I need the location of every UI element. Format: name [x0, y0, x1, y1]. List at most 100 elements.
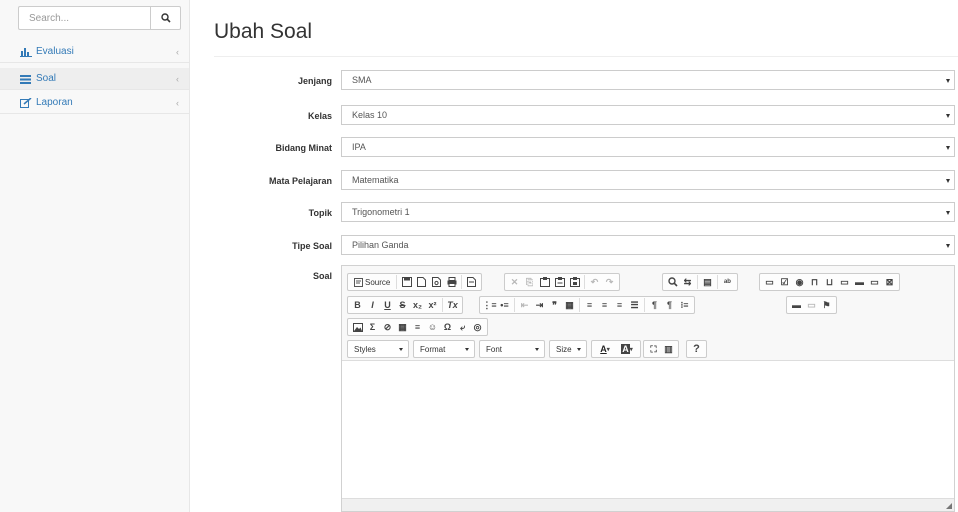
cut-icon[interactable]: ✕ — [507, 275, 522, 289]
align-right-icon[interactable]: ≡ — [612, 298, 627, 312]
spellcheck-icon[interactable]: ᵃᵇ — [720, 275, 735, 289]
unlink-icon[interactable]: ▭ — [804, 298, 819, 312]
toolbar-separator — [644, 298, 645, 312]
italic-icon[interactable]: I — [365, 298, 380, 312]
subscript-icon[interactable]: x₂ — [410, 298, 425, 312]
kelas-select[interactable]: Kelas 10 — [341, 105, 955, 125]
print-icon[interactable] — [444, 275, 459, 289]
list-icon — [20, 74, 32, 84]
save-icon[interactable] — [399, 275, 414, 289]
numbered-list-icon[interactable]: ⋮≡ — [482, 298, 497, 312]
strikethrough-icon[interactable]: S — [395, 298, 410, 312]
text-rtl-icon[interactable]: ¶ — [662, 298, 677, 312]
textfield-icon[interactable]: ⊓ — [807, 275, 822, 289]
sidebar-item-laporan[interactable]: Laporan ‹ — [0, 92, 189, 114]
redo-icon[interactable]: ↷ — [602, 275, 617, 289]
table-icon[interactable]: ▦ — [395, 320, 410, 334]
iframe-icon[interactable]: ◎ — [470, 320, 485, 334]
blockquote-icon[interactable]: ❞ — [547, 298, 562, 312]
align-left-icon[interactable]: ≡ — [582, 298, 597, 312]
resize-handle-icon[interactable] — [946, 503, 952, 509]
background-color-icon[interactable]: A ▾ — [616, 342, 638, 356]
hidden-field-icon[interactable]: ⊠ — [882, 275, 897, 289]
paste-text-icon[interactable] — [552, 275, 567, 289]
new-page-icon[interactable] — [414, 275, 429, 289]
bulleted-list-icon[interactable]: •≡ — [497, 298, 512, 312]
indent-icon[interactable]: ⇥ — [532, 298, 547, 312]
language-icon[interactable]: ⁝≡ — [677, 298, 692, 312]
toolbar-group-about: ? — [686, 340, 707, 358]
div-container-icon[interactable]: ▦ — [562, 298, 577, 312]
underline-icon[interactable]: U — [380, 298, 395, 312]
bold-icon[interactable]: B — [350, 298, 365, 312]
chevron-left-icon: ‹ — [176, 47, 179, 57]
font-combo[interactable]: Font — [479, 340, 545, 358]
page-break-icon[interactable]: ⤶ — [455, 320, 470, 334]
caret-down-icon — [946, 146, 950, 150]
search-input[interactable] — [18, 6, 150, 30]
text-ltr-icon[interactable]: ¶ — [647, 298, 662, 312]
special-char-icon[interactable]: Ω — [440, 320, 455, 334]
form-icon[interactable]: ▭ — [762, 275, 777, 289]
kelas-label: Kelas — [307, 111, 332, 121]
paste-icon[interactable] — [537, 275, 552, 289]
text-color-icon[interactable]: A ▾ — [594, 342, 616, 356]
bidang-minat-select[interactable]: IPA — [341, 137, 955, 157]
sidebar-item-evaluasi[interactable]: Evaluasi ‹ — [0, 41, 189, 63]
sidebar-item-soal[interactable]: Soal ‹ — [0, 68, 189, 90]
preview-icon[interactable] — [429, 275, 444, 289]
align-center-icon[interactable]: ≡ — [597, 298, 612, 312]
horizontal-line-icon[interactable]: ≡ — [410, 320, 425, 334]
format-combo[interactable]: Format — [413, 340, 475, 358]
paste-word-icon[interactable] — [567, 275, 582, 289]
toolbar-group-clipboard: ✕ ⎘ ↶ ↷ — [504, 273, 620, 291]
size-combo[interactable]: Size — [549, 340, 587, 358]
templates-icon[interactable] — [464, 275, 479, 289]
replace-icon[interactable]: ⇆ — [680, 275, 695, 289]
align-justify-icon[interactable]: ☰ — [627, 298, 642, 312]
toolbar-group-tools: ⛶ ▥ — [643, 340, 679, 358]
button-field-icon[interactable]: ▬ — [852, 275, 867, 289]
link-icon[interactable]: ▬ — [789, 298, 804, 312]
combo-label: Font — [486, 344, 503, 354]
select-field-icon[interactable]: ▭ — [837, 275, 852, 289]
image-icon[interactable] — [350, 320, 365, 334]
superscript-icon[interactable]: x² — [425, 298, 440, 312]
editor-status-bar — [342, 498, 954, 511]
editor-content-area[interactable] — [342, 360, 954, 501]
flash-icon[interactable]: ⊘ — [380, 320, 395, 334]
anchor-icon[interactable]: ⚑ — [819, 298, 834, 312]
combo-label: Styles — [354, 344, 376, 354]
remove-format-icon[interactable]: Tx — [445, 298, 460, 312]
tipe-soal-select[interactable]: Pilihan Ganda — [341, 235, 955, 255]
mata-pelajaran-label: Mata Pelajaran — [268, 176, 332, 186]
sidebar-item-label: Laporan — [36, 97, 73, 108]
radio-icon[interactable]: ◉ — [792, 275, 807, 289]
caret-down-icon — [946, 79, 950, 83]
maximize-icon[interactable]: ⛶ — [646, 342, 661, 356]
jenjang-select[interactable]: SMA — [341, 70, 955, 90]
caret-down-icon — [946, 114, 950, 118]
title-divider — [214, 56, 958, 57]
outdent-icon[interactable]: ⇤ — [517, 298, 532, 312]
help-button[interactable]: ? — [689, 342, 704, 356]
copy-icon[interactable]: ⎘ — [522, 275, 537, 289]
show-blocks-icon[interactable]: ▥ — [661, 342, 676, 356]
smiley-icon[interactable]: ☺ — [425, 320, 440, 334]
find-icon[interactable] — [665, 275, 680, 289]
styles-combo[interactable]: Styles — [347, 340, 409, 358]
toolbar-group-paragraph: ⋮≡ •≡ ⇤ ⇥ ❞ ▦ ≡ ≡ ≡ ☰ ¶ ¶ ⁝≡ — [479, 296, 695, 314]
toolbar-group-links: ▬ ▭ ⚑ — [786, 296, 837, 314]
checkbox-icon[interactable]: ☑ — [777, 275, 792, 289]
mata-pelajaran-select[interactable]: Matematika — [341, 170, 955, 190]
math-sigma-icon[interactable]: Σ — [365, 320, 380, 334]
topik-select[interactable]: Trigonometri 1 — [341, 202, 955, 222]
select-all-icon[interactable]: ▤ — [700, 275, 715, 289]
source-button[interactable]: Source — [350, 275, 394, 289]
select-value: Kelas 10 — [352, 110, 388, 120]
textarea-icon[interactable]: ⊔ — [822, 275, 837, 289]
image-button-icon[interactable]: ▭ — [867, 275, 882, 289]
undo-icon[interactable]: ↶ — [587, 275, 602, 289]
search-button[interactable] — [150, 6, 181, 30]
page-title: Ubah Soal — [214, 20, 313, 43]
